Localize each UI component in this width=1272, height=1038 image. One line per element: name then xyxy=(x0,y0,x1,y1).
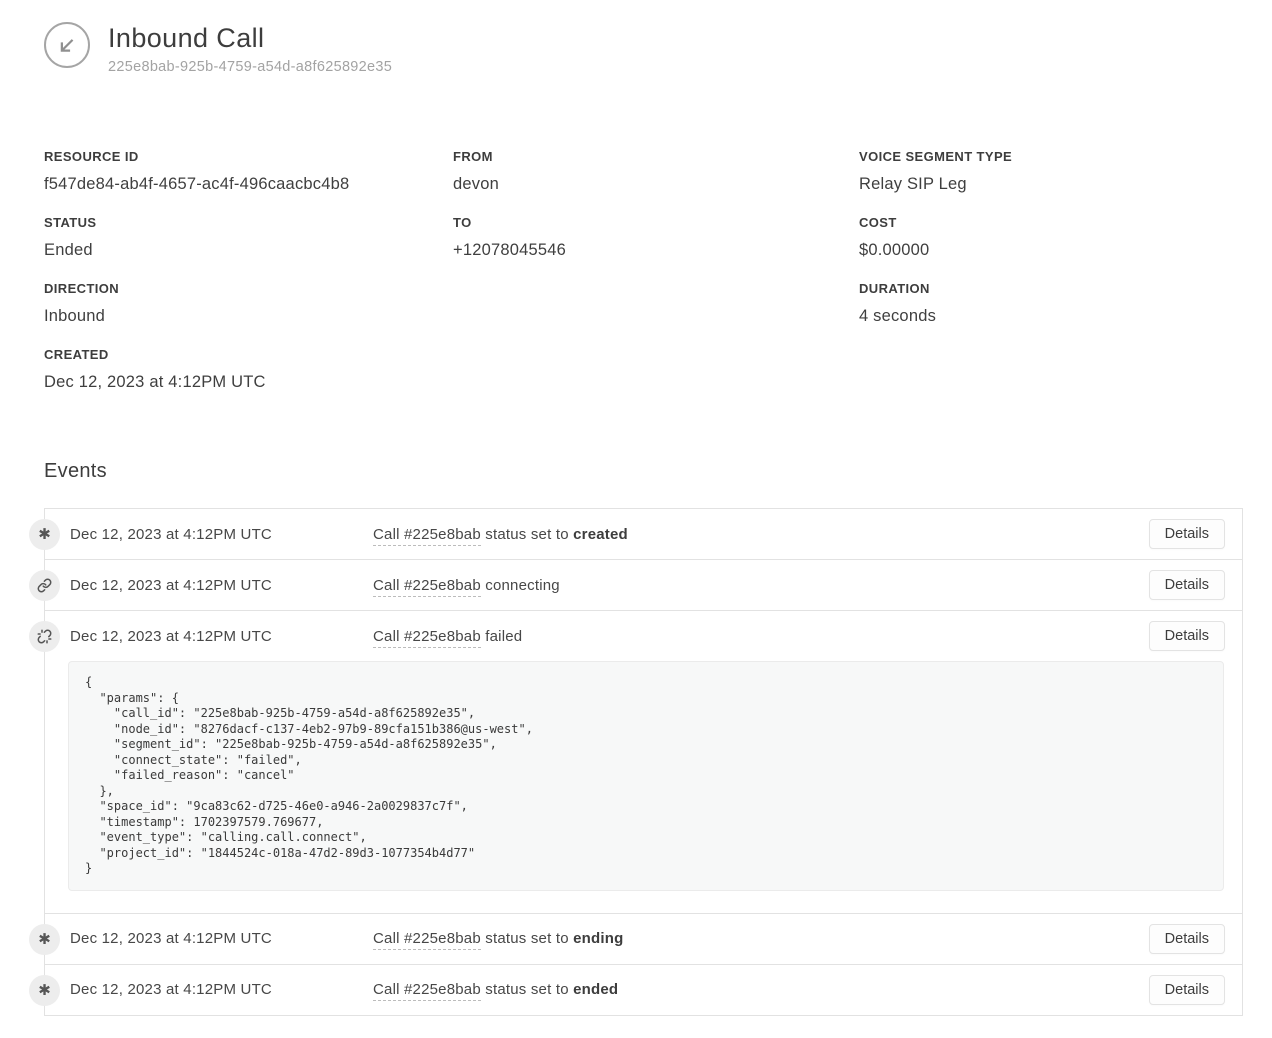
detail-status: STATUS Ended xyxy=(44,215,453,260)
detail-value: +12078045546 xyxy=(453,241,859,260)
call-id-subtitle: 225e8bab-925b-4759-a54d-a8f625892e35 xyxy=(108,59,392,75)
event-row-ended: ✱ Dec 12, 2023 at 4:12PM UTC Call #225e8… xyxy=(45,965,1242,1015)
detail-to: TO +12078045546 xyxy=(453,215,859,260)
event-status: ended xyxy=(573,981,618,998)
event-timestamp: Dec 12, 2023 at 4:12PM UTC xyxy=(70,981,373,998)
detail-direction: DIRECTION Inbound xyxy=(44,281,453,326)
page-header: Inbound Call 225e8bab-925b-4759-a54d-a8f… xyxy=(44,22,1244,75)
detail-value: 4 seconds xyxy=(859,307,1244,326)
detail-value: devon xyxy=(453,175,859,194)
details-button[interactable]: Details xyxy=(1149,519,1225,549)
details-button[interactable]: Details xyxy=(1149,924,1225,954)
event-row-main: Dec 12, 2023 at 4:12PM UTC Call #225e8ba… xyxy=(45,611,1242,661)
detail-duration: DURATION 4 seconds xyxy=(859,281,1244,326)
event-timestamp: Dec 12, 2023 at 4:12PM UTC xyxy=(70,577,373,594)
call-link[interactable]: Call #225e8bab xyxy=(373,930,481,950)
event-description: Call #225e8bab status set to ended xyxy=(373,981,1149,998)
asterisk-icon: ✱ xyxy=(29,975,60,1006)
details-button[interactable]: Details xyxy=(1149,621,1225,651)
detail-value: Relay SIP Leg xyxy=(859,175,1244,194)
detail-label: COST xyxy=(859,215,1244,230)
event-description: Call #225e8bab status set to created xyxy=(373,526,1149,543)
detail-label: STATUS xyxy=(44,215,453,230)
detail-from: FROM devon xyxy=(453,149,859,194)
detail-value: f547de84-ab4f-4657-ac4f-496caacbc4b8 xyxy=(44,175,453,194)
detail-label: CREATED xyxy=(44,347,453,362)
call-detail-page: Inbound Call 225e8bab-925b-4759-a54d-a8f… xyxy=(0,0,1272,1016)
detail-label: DIRECTION xyxy=(44,281,453,296)
details-button[interactable]: Details xyxy=(1149,570,1225,600)
event-status: ending xyxy=(573,930,623,947)
detail-value: Inbound xyxy=(44,307,453,326)
event-timestamp: Dec 12, 2023 at 4:12PM UTC xyxy=(70,930,373,947)
detail-created: CREATED Dec 12, 2023 at 4:12PM UTC xyxy=(44,347,453,392)
event-payload-json: { "params": { "call_id": "225e8bab-925b-… xyxy=(68,661,1224,891)
page-title: Inbound Call xyxy=(108,22,392,54)
event-status: created xyxy=(573,526,628,543)
call-link[interactable]: Call #225e8bab xyxy=(373,526,481,546)
event-text: connecting xyxy=(481,577,560,594)
unlink-icon xyxy=(29,621,60,652)
event-row-connecting: Dec 12, 2023 at 4:12PM UTC Call #225e8ba… xyxy=(45,560,1242,611)
event-text: status set to xyxy=(481,930,573,947)
detail-label: VOICE SEGMENT TYPE xyxy=(859,149,1244,164)
detail-label: DURATION xyxy=(859,281,1244,296)
event-row-main: ✱ Dec 12, 2023 at 4:12PM UTC Call #225e8… xyxy=(45,965,1242,1015)
header-text: Inbound Call 225e8bab-925b-4759-a54d-a8f… xyxy=(108,22,392,75)
event-row-main: Dec 12, 2023 at 4:12PM UTC Call #225e8ba… xyxy=(45,560,1242,610)
detail-resource-id: RESOURCE ID f547de84-ab4f-4657-ac4f-496c… xyxy=(44,149,453,194)
link-icon xyxy=(29,570,60,601)
detail-cost: COST $0.00000 xyxy=(859,215,1244,260)
event-row-main: ✱ Dec 12, 2023 at 4:12PM UTC Call #225e8… xyxy=(45,509,1242,559)
event-row-failed: Dec 12, 2023 at 4:12PM UTC Call #225e8ba… xyxy=(45,611,1242,914)
events-list: ✱ Dec 12, 2023 at 4:12PM UTC Call #225e8… xyxy=(44,508,1243,1016)
events-heading: Events xyxy=(44,460,1244,483)
asterisk-icon: ✱ xyxy=(29,924,60,955)
inbound-call-icon xyxy=(44,22,90,68)
asterisk-icon: ✱ xyxy=(29,519,60,550)
detail-label: RESOURCE ID xyxy=(44,149,453,164)
event-row-created: ✱ Dec 12, 2023 at 4:12PM UTC Call #225e8… xyxy=(45,509,1242,560)
detail-value: Dec 12, 2023 at 4:12PM UTC xyxy=(44,373,453,392)
detail-value: Ended xyxy=(44,241,453,260)
event-row-main: ✱ Dec 12, 2023 at 4:12PM UTC Call #225e8… xyxy=(45,914,1242,964)
detail-label: TO xyxy=(453,215,859,230)
event-timestamp: Dec 12, 2023 at 4:12PM UTC xyxy=(70,526,373,543)
call-details-grid: RESOURCE ID f547de84-ab4f-4657-ac4f-496c… xyxy=(44,149,1244,392)
event-description: Call #225e8bab failed xyxy=(373,628,1149,645)
call-link[interactable]: Call #225e8bab xyxy=(373,577,481,597)
event-text: status set to xyxy=(481,526,573,543)
call-link[interactable]: Call #225e8bab xyxy=(373,981,481,1001)
event-row-ending: ✱ Dec 12, 2023 at 4:12PM UTC Call #225e8… xyxy=(45,914,1242,965)
detail-label: FROM xyxy=(453,149,859,164)
event-description: Call #225e8bab connecting xyxy=(373,577,1149,594)
event-timestamp: Dec 12, 2023 at 4:12PM UTC xyxy=(70,628,373,645)
details-button[interactable]: Details xyxy=(1149,975,1225,1005)
event-text: status set to xyxy=(481,981,573,998)
detail-value: $0.00000 xyxy=(859,241,1244,260)
detail-voice-segment-type: VOICE SEGMENT TYPE Relay SIP Leg xyxy=(859,149,1244,194)
event-description: Call #225e8bab status set to ending xyxy=(373,930,1149,947)
call-link[interactable]: Call #225e8bab xyxy=(373,628,481,648)
event-text: failed xyxy=(481,628,522,645)
